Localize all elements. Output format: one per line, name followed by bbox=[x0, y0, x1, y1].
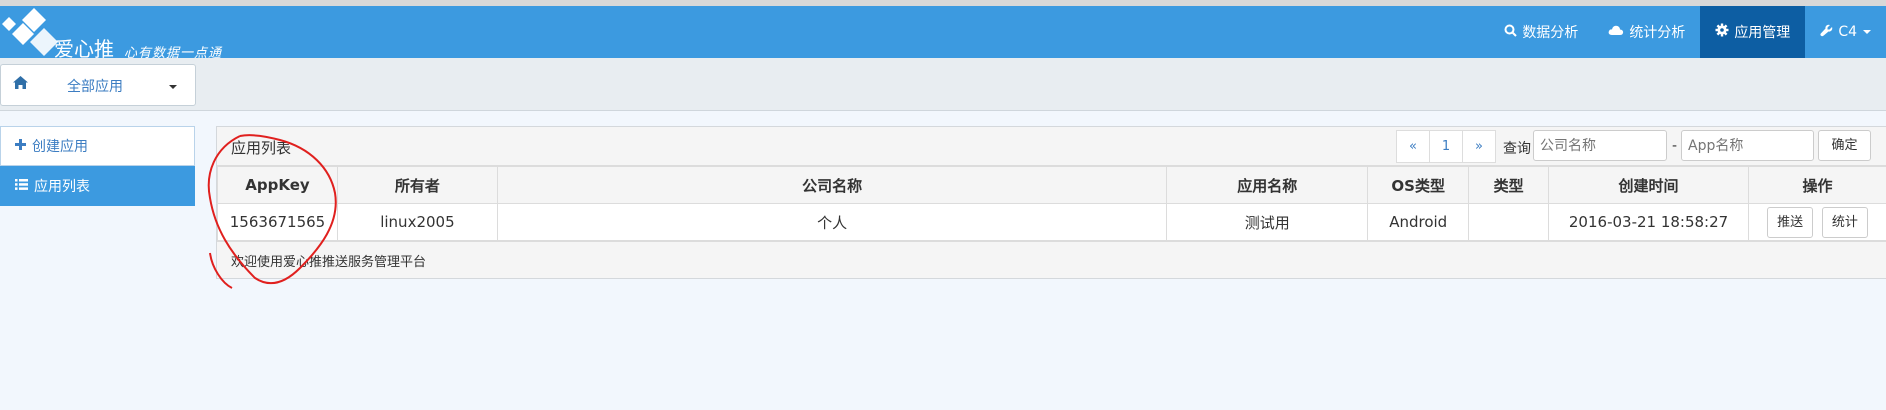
table-header-row: AppKey 所有者 公司名称 应用名称 OS类型 类型 创建时间 操作 bbox=[217, 166, 1886, 204]
confirm-button[interactable]: 确定 bbox=[1818, 130, 1871, 161]
sub-toolbar: 全部应用 bbox=[0, 58, 1886, 111]
column-header: 类型 bbox=[1468, 166, 1550, 204]
cell-company: 个人 bbox=[496, 203, 1168, 241]
cell-created: 2016-03-21 18:58:27 bbox=[1548, 203, 1749, 241]
sidebar-item-app-list[interactable]: 应用列表 bbox=[0, 166, 195, 206]
list-icon bbox=[15, 178, 28, 194]
chevron-down-icon bbox=[1863, 30, 1871, 34]
cell-app-name-link[interactable]: 测试用 bbox=[1166, 203, 1369, 241]
chevron-down-icon bbox=[169, 85, 177, 89]
nav-item-statistics[interactable]: 统计分析 bbox=[1593, 6, 1700, 58]
push-button[interactable]: 推送 bbox=[1767, 206, 1814, 238]
wrench-icon bbox=[1820, 24, 1833, 41]
column-header: 所有者 bbox=[336, 166, 498, 204]
top-navbar: 爱心推 心有数据一点通 数据分析 统计分析 应用管理 C4 bbox=[0, 6, 1886, 61]
company-name-input[interactable] bbox=[1533, 130, 1667, 161]
stats-button[interactable]: 统计 bbox=[1821, 206, 1868, 238]
nav-item-label: 统计分析 bbox=[1629, 25, 1686, 41]
plus-icon bbox=[15, 138, 26, 154]
app-name-input[interactable] bbox=[1681, 130, 1814, 161]
sidebar: 创建应用 应用列表 bbox=[0, 126, 195, 206]
cell-actions: 推送 统计 bbox=[1748, 203, 1886, 241]
cloud-icon bbox=[1608, 24, 1624, 40]
pager-prev-button[interactable]: « bbox=[1396, 130, 1430, 163]
nav-item-app-management[interactable]: 应用管理 bbox=[1700, 6, 1806, 58]
pagination: « 1 » bbox=[1396, 130, 1496, 163]
nav-item-user-menu[interactable]: C4 bbox=[1805, 6, 1886, 58]
cell-type bbox=[1468, 203, 1550, 241]
cell-os: Android bbox=[1367, 203, 1470, 241]
footer-text: 欢迎使用爱心推推送服务管理平台 bbox=[231, 255, 427, 270]
gear-icon bbox=[1715, 23, 1729, 41]
query-label: 查询 bbox=[1503, 141, 1531, 157]
sidebar-item-label: 创建应用 bbox=[32, 139, 88, 155]
panel-title: 应用列表 bbox=[231, 139, 292, 157]
nav-item-label: 应用管理 bbox=[1734, 25, 1791, 41]
cell-owner: linux2005 bbox=[336, 203, 498, 241]
app-selector-dropdown[interactable]: 全部应用 bbox=[0, 64, 196, 106]
column-header: OS类型 bbox=[1367, 166, 1470, 204]
app-table: AppKey 所有者 公司名称 应用名称 OS类型 类型 创建时间 操作 156… bbox=[217, 166, 1886, 241]
app-selector-label: 全部应用 bbox=[67, 79, 123, 95]
panel-header: 应用列表 « 1 » 查询 - 确定 bbox=[217, 127, 1886, 166]
column-header: 应用名称 bbox=[1166, 166, 1369, 204]
nav-item-data-analysis[interactable]: 数据分析 bbox=[1489, 6, 1593, 58]
column-header: 操作 bbox=[1748, 166, 1886, 204]
app-list-panel: 应用列表 « 1 » 查询 - 确定 AppKey 所有者 公司名称 应用名称 … bbox=[216, 126, 1886, 279]
nav-item-label: 数据分析 bbox=[1522, 25, 1579, 41]
panel-footer: 欢迎使用爱心推推送服务管理平台 bbox=[217, 241, 1886, 278]
home-icon bbox=[13, 75, 28, 93]
search-icon bbox=[1504, 24, 1518, 41]
column-header: AppKey bbox=[217, 166, 338, 204]
nav-item-label: C4 bbox=[1838, 24, 1857, 40]
pager-next-button[interactable]: » bbox=[1462, 130, 1496, 163]
table-row: 1563671565 linux2005 个人 测试用 Android 2016… bbox=[217, 203, 1886, 241]
pager-page-button[interactable]: 1 bbox=[1429, 130, 1463, 163]
sidebar-item-create-app[interactable]: 创建应用 bbox=[0, 126, 195, 166]
sidebar-item-label: 应用列表 bbox=[34, 179, 90, 195]
column-header: 创建时间 bbox=[1548, 166, 1749, 204]
nav-menu: 数据分析 统计分析 应用管理 C4 bbox=[1489, 6, 1886, 58]
cell-appkey: 1563671565 bbox=[217, 203, 338, 241]
column-header: 公司名称 bbox=[496, 166, 1168, 204]
logo-diamond-icon bbox=[2, 8, 58, 56]
brand-logo[interactable]: 爱心推 心有数据一点通 bbox=[0, 6, 260, 61]
range-dash: - bbox=[1672, 138, 1678, 154]
